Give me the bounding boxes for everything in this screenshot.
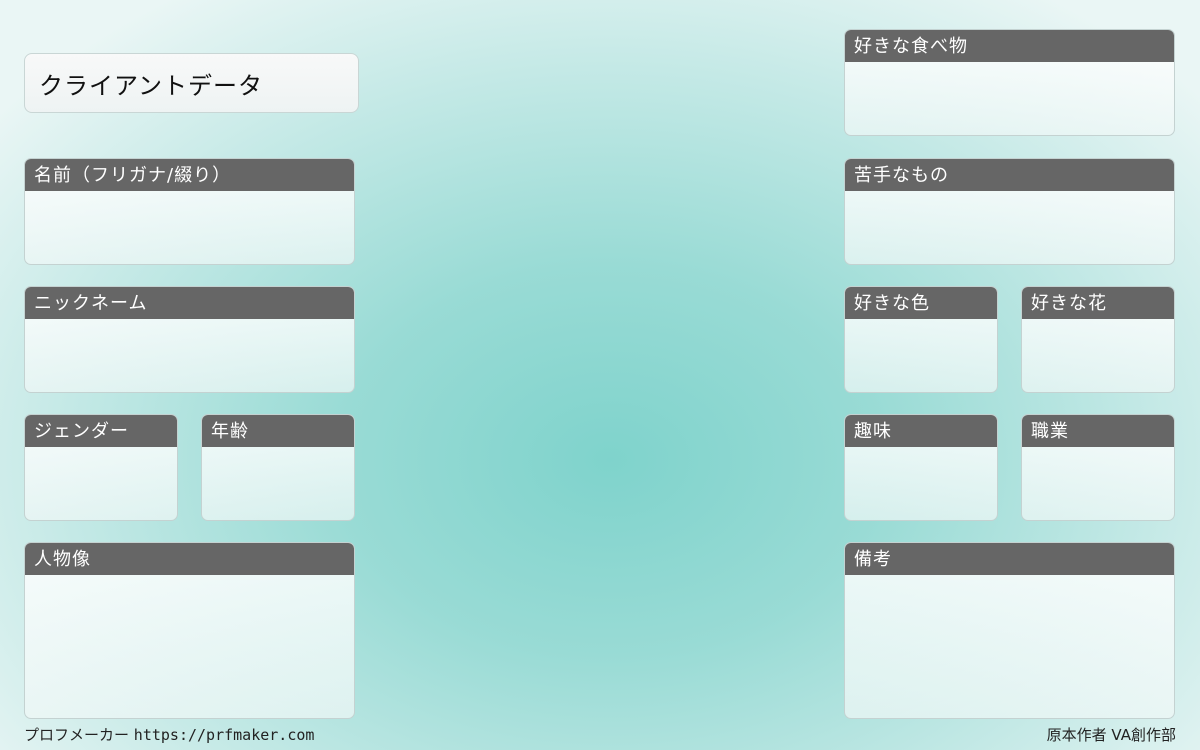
field-occupation[interactable]: 職業 xyxy=(1021,414,1175,521)
field-gender-value[interactable] xyxy=(25,447,177,459)
field-favorite-color-value[interactable] xyxy=(845,319,997,331)
field-portrait-value[interactable] xyxy=(25,575,354,587)
field-dislikes-value[interactable] xyxy=(845,191,1174,203)
field-nickname-label: ニックネーム xyxy=(25,287,354,319)
field-notes-label: 備考 xyxy=(845,543,1174,575)
field-gender-label: ジェンダー xyxy=(25,415,177,447)
field-favorite-food-label: 好きな食べ物 xyxy=(845,30,1174,62)
field-favorite-flower[interactable]: 好きな花 xyxy=(1021,286,1175,393)
field-hobby-value[interactable] xyxy=(845,447,997,459)
footer-maker: プロフメーカー https://prfmaker.com xyxy=(24,724,314,745)
field-name-label: 名前（フリガナ/綴り） xyxy=(25,159,354,191)
field-name-value[interactable] xyxy=(25,191,354,203)
field-name[interactable]: 名前（フリガナ/綴り） xyxy=(24,158,355,265)
field-portrait[interactable]: 人物像 xyxy=(24,542,355,719)
field-favorite-color-label: 好きな色 xyxy=(845,287,997,319)
field-favorite-flower-value[interactable] xyxy=(1022,319,1174,331)
field-age-label: 年齢 xyxy=(202,415,354,447)
footer-credit: 原本作者 VA創作部 xyxy=(1046,726,1176,744)
field-favorite-food[interactable]: 好きな食べ物 xyxy=(844,29,1175,136)
field-portrait-label: 人物像 xyxy=(25,543,354,575)
footer-maker-label: プロフメーカー xyxy=(24,726,130,744)
field-notes[interactable]: 備考 xyxy=(844,542,1175,719)
page-title: クライアントデータ xyxy=(24,53,359,113)
field-age[interactable]: 年齢 xyxy=(201,414,355,521)
footer-maker-url[interactable]: https://prfmaker.com xyxy=(134,726,315,744)
field-notes-value[interactable] xyxy=(845,575,1174,587)
field-gender[interactable]: ジェンダー xyxy=(24,414,178,521)
field-dislikes-label: 苦手なもの xyxy=(845,159,1174,191)
field-occupation-value[interactable] xyxy=(1022,447,1174,459)
page-title-text: クライアントデータ xyxy=(39,71,264,100)
field-occupation-label: 職業 xyxy=(1022,415,1174,447)
field-age-value[interactable] xyxy=(202,447,354,459)
field-dislikes[interactable]: 苦手なもの xyxy=(844,158,1175,265)
field-nickname-value[interactable] xyxy=(25,319,354,331)
field-hobby-label: 趣味 xyxy=(845,415,997,447)
field-hobby[interactable]: 趣味 xyxy=(844,414,998,521)
field-nickname[interactable]: ニックネーム xyxy=(24,286,355,393)
field-favorite-flower-label: 好きな花 xyxy=(1022,287,1174,319)
field-favorite-food-value[interactable] xyxy=(845,62,1174,74)
field-favorite-color[interactable]: 好きな色 xyxy=(844,286,998,393)
